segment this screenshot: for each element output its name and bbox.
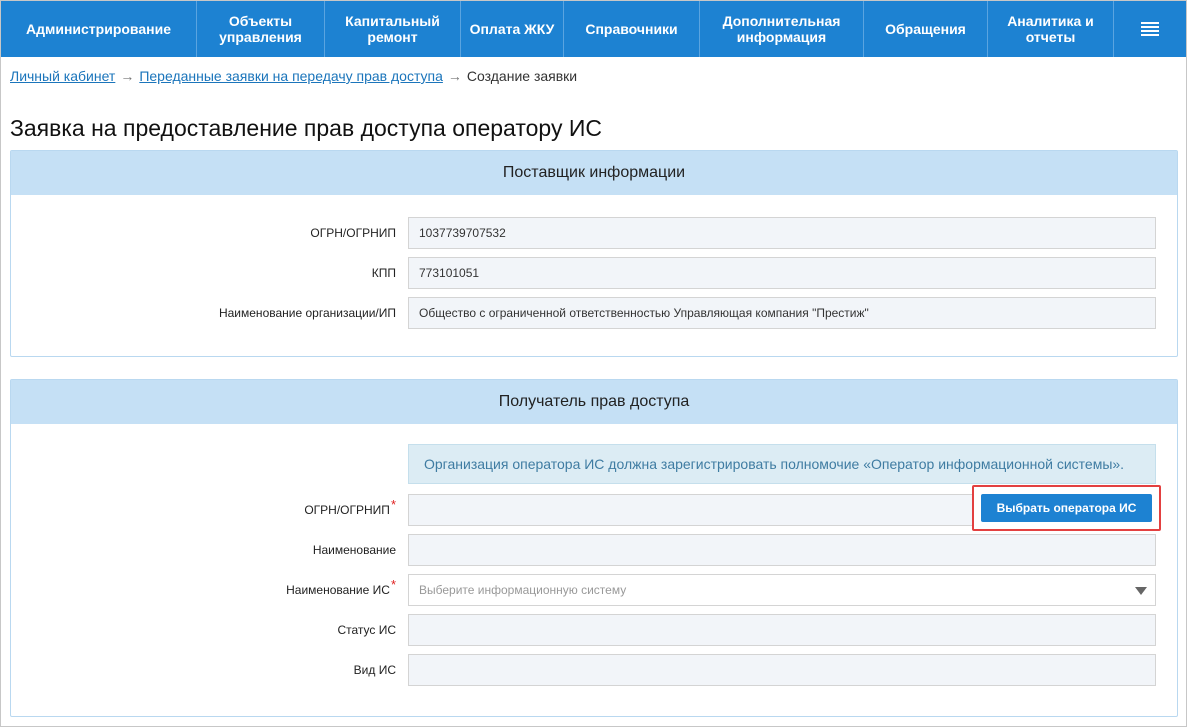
page-title: Заявка на предоставление прав доступа оп… bbox=[10, 115, 602, 141]
provider-org-row: Наименование организации/ИП Общество с о… bbox=[11, 297, 1177, 329]
recipient-is-name-row: Наименование ИС* Выберите информационную… bbox=[11, 574, 1177, 606]
nav-item-label: Обращения bbox=[885, 21, 966, 37]
top-navigation: Администрирование Объекты управления Кап… bbox=[1, 1, 1186, 57]
recipient-kind-field[interactable] bbox=[408, 654, 1156, 686]
nav-item-appeals[interactable]: Обращения bbox=[864, 1, 988, 57]
provider-panel: Поставщик информации ОГРН/ОГРНИП 1037739… bbox=[10, 150, 1178, 357]
recipient-name-row: Наименование bbox=[11, 534, 1177, 566]
provider-org-field[interactable]: Общество с ограниченной ответственностью… bbox=[408, 297, 1156, 329]
nav-item-payment[interactable]: Оплата ЖКУ bbox=[461, 1, 564, 57]
nav-item-analytics[interactable]: Аналитика и отчеты bbox=[988, 1, 1114, 57]
provider-kpp-field[interactable]: 773101051 bbox=[408, 257, 1156, 289]
breadcrumb-arrow-icon: → bbox=[447, 68, 462, 84]
provider-ogrn-label: ОГРН/ОГРНИП bbox=[310, 226, 396, 240]
recipient-kind-label: Вид ИС bbox=[353, 663, 396, 677]
nav-item-label: Справочники bbox=[585, 21, 678, 37]
nav-menu-button[interactable] bbox=[1114, 1, 1186, 57]
operator-info-notice: Организация оператора ИС должна зарегист… bbox=[408, 444, 1156, 484]
provider-kpp-label: КПП bbox=[371, 266, 396, 280]
nav-item-label: Оплата ЖКУ bbox=[469, 21, 555, 37]
nav-item-label-line1: Аналитика и bbox=[1007, 13, 1094, 29]
chevron-down-icon bbox=[1135, 587, 1147, 595]
breadcrumb-link-home[interactable]: Личный кабинет bbox=[10, 68, 115, 84]
provider-ogrn-row: ОГРН/ОГРНИП 1037739707532 bbox=[11, 217, 1177, 249]
recipient-status-row: Статус ИС bbox=[11, 614, 1177, 646]
provider-org-label: Наименование организации/ИП bbox=[218, 306, 396, 320]
breadcrumb: Личный кабинет → Переданные заявки на пере… bbox=[10, 68, 577, 84]
hamburger-menu-icon bbox=[1141, 22, 1159, 36]
choose-operator-button[interactable]: Выбрать оператора ИС bbox=[981, 494, 1152, 522]
provider-kpp-row: КПП 773101051 bbox=[11, 257, 1177, 289]
recipient-panel-header: Получатель прав доступа bbox=[11, 380, 1177, 424]
nav-item-capital-repair[interactable]: Капитальный ремонт bbox=[325, 1, 461, 57]
nav-item-directories[interactable]: Справочники bbox=[564, 1, 700, 57]
nav-item-label-line2: информация bbox=[736, 29, 827, 45]
nav-item-additional-info[interactable]: Дополнительная информация bbox=[700, 1, 864, 57]
choose-operator-highlight: Выбрать оператора ИС bbox=[972, 485, 1161, 531]
recipient-name-label: Наименование bbox=[312, 543, 396, 557]
nav-item-label-line1: Объекты bbox=[228, 13, 293, 29]
recipient-is-name-label: Наименование ИС* bbox=[286, 577, 396, 597]
recipient-status-field[interactable] bbox=[408, 614, 1156, 646]
provider-ogrn-field[interactable]: 1037739707532 bbox=[408, 217, 1156, 249]
nav-item-label-line1: Дополнительная bbox=[722, 13, 841, 29]
recipient-name-field[interactable] bbox=[408, 534, 1156, 566]
breadcrumb-current: Создание заявки bbox=[466, 68, 578, 84]
recipient-ogrn-row: ОГРН/ОГРНИП* Выбрать оператора ИС bbox=[11, 485, 1177, 531]
nav-item-label-line2: управления bbox=[219, 29, 302, 45]
recipient-kind-row: Вид ИС bbox=[11, 654, 1177, 686]
required-marker: * bbox=[390, 577, 396, 592]
required-marker: * bbox=[390, 497, 396, 512]
nav-item-label-line2: отчеты bbox=[1025, 29, 1076, 45]
is-name-select[interactable]: Выберите информационную систему bbox=[408, 574, 1156, 606]
is-name-placeholder: Выберите информационную систему bbox=[419, 583, 627, 597]
page-frame: Администрирование Объекты управления Кап… bbox=[0, 0, 1187, 727]
nav-item-label-line1: Капитальный bbox=[345, 13, 440, 29]
recipient-panel: Получатель прав доступа Организация опер… bbox=[10, 379, 1178, 717]
nav-item-label-line2: ремонт bbox=[367, 29, 418, 45]
nav-item-administration[interactable]: Администрирование bbox=[1, 1, 197, 57]
nav-item-label: Администрирование bbox=[26, 21, 171, 37]
recipient-status-label: Статус ИС bbox=[337, 623, 396, 637]
breadcrumb-arrow-icon: → bbox=[120, 68, 135, 84]
provider-panel-header: Поставщик информации bbox=[11, 151, 1177, 195]
recipient-ogrn-label: ОГРН/ОГРНИП* bbox=[304, 497, 396, 517]
breadcrumb-link-parent[interactable]: Переданные заявки на передачу прав досту… bbox=[139, 68, 443, 84]
nav-item-management-objects[interactable]: Объекты управления bbox=[197, 1, 325, 57]
